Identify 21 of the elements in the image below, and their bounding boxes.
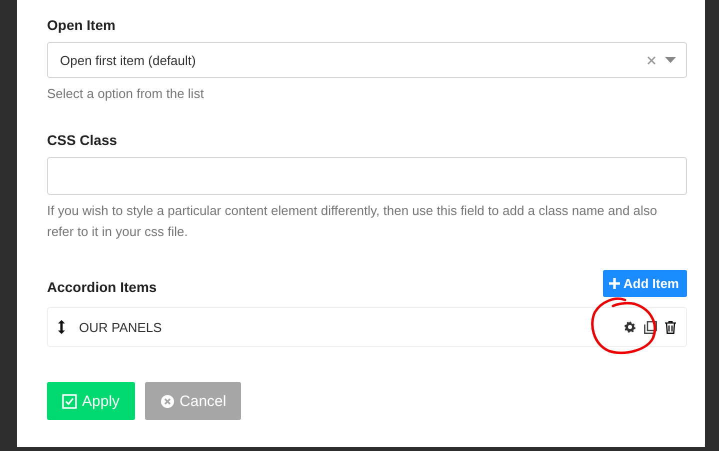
- help-text: Select a option from the list: [47, 85, 205, 103]
- trash-icon[interactable]: [665, 320, 676, 334]
- plus-icon: [609, 278, 620, 289]
- checkbox-icon: [62, 394, 77, 408]
- input-field[interactable]: [47, 157, 687, 195]
- close-icon: [160, 394, 175, 408]
- cancel-button[interactable]: Cancel: [144, 382, 242, 420]
- section-label: Accordion Items: [47, 279, 157, 295]
- field-label: Open Item: [47, 17, 116, 33]
- caret-icon: [665, 57, 676, 63]
- item-title: OUR PANELS: [79, 320, 163, 334]
- help-text: If you wish to style a particular content element differently, then use this field to add a class name and also refer to it in your css file.: [47, 202, 658, 241]
- copy-icon[interactable]: [644, 320, 657, 334]
- clear-icon[interactable]: [647, 56, 656, 64]
- drag-handle-icon[interactable]: [58, 320, 65, 334]
- accordion-item[interactable]: OUR PANELS: [47, 307, 687, 347]
- settings-icon[interactable]: [624, 321, 636, 333]
- select-field[interactable]: Open first item (default): [47, 42, 687, 78]
- field-label: CSS Class: [47, 132, 118, 148]
- add-item-button[interactable]: Add Item: [603, 270, 687, 297]
- apply-button[interactable]: Apply: [47, 382, 135, 420]
